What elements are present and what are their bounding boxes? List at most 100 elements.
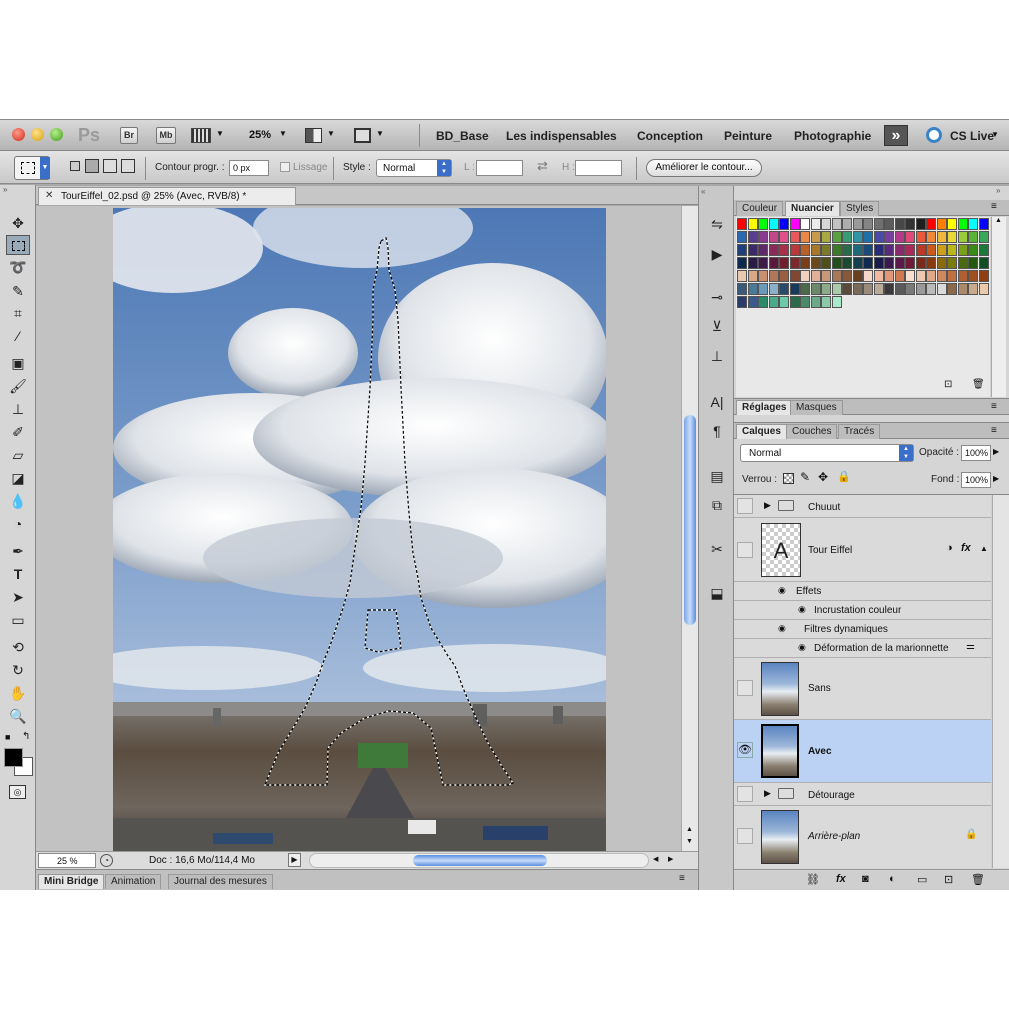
visibility-toggle[interactable] [737, 786, 753, 802]
color-swatch[interactable] [873, 270, 884, 282]
color-swatch[interactable] [779, 244, 789, 256]
opacity-input[interactable]: 100% [961, 445, 991, 461]
layer-row-chuuut[interactable]: ▶ Chuuut [734, 495, 991, 518]
color-swatch[interactable] [779, 296, 789, 308]
color-swatch[interactable] [936, 218, 947, 230]
color-swatch[interactable] [737, 296, 747, 308]
color-swatch[interactable] [842, 231, 852, 243]
trash-icon[interactable]: 🗑 [971, 873, 985, 886]
new-swatch-icon[interactable]: ⊡ [944, 379, 952, 390]
color-swatch[interactable] [978, 283, 989, 295]
layer-row-arriere-plan[interactable]: Arrière-plan 🔒 [734, 806, 991, 868]
color-swatch[interactable] [968, 218, 978, 230]
color-swatch[interactable] [779, 270, 789, 282]
canvas-area[interactable] [36, 206, 681, 851]
width-input[interactable] [476, 160, 523, 176]
clone-source-panel-icon[interactable]: ⊻ [706, 316, 728, 336]
color-swatch[interactable] [758, 283, 768, 295]
color-swatch[interactable] [957, 257, 968, 269]
color-swatch[interactable] [821, 296, 831, 308]
color-swatch[interactable] [915, 283, 926, 295]
color-swatch[interactable] [936, 270, 947, 282]
fx-icon[interactable]: fx [836, 873, 846, 885]
path-selection-tool-icon[interactable]: ➤ [6, 587, 30, 607]
color-swatch[interactable] [852, 231, 863, 243]
color-swatch[interactable] [947, 231, 957, 243]
color-swatch[interactable] [852, 218, 863, 230]
color-swatch[interactable] [936, 283, 947, 295]
color-swatch[interactable] [789, 270, 800, 282]
color-swatch[interactable] [821, 270, 831, 282]
color-swatch[interactable] [747, 244, 758, 256]
default-colors-icon[interactable]: ■ [5, 732, 10, 742]
color-swatch[interactable] [947, 283, 957, 295]
color-swatch[interactable] [758, 218, 768, 230]
color-swatch[interactable] [915, 270, 926, 282]
cs-live-menu[interactable]: CS Live [950, 129, 994, 143]
color-swatch[interactable] [894, 270, 905, 282]
screen-mode-icon[interactable] [354, 128, 371, 143]
color-swatch[interactable] [873, 218, 884, 230]
healing-brush-tool-icon[interactable]: ▣ [6, 353, 30, 373]
document-tab[interactable]: ✕ TourEiffel_02.psd @ 25% (Avec, RVB/8) … [38, 187, 296, 205]
color-swatch[interactable] [915, 231, 926, 243]
color-swatch[interactable] [758, 296, 768, 308]
color-swatch[interactable] [831, 231, 842, 243]
tab-animation[interactable]: Animation [105, 874, 162, 889]
color-swatch[interactable] [947, 270, 957, 282]
color-swatch[interactable] [842, 218, 852, 230]
intersect-selection-icon[interactable] [121, 159, 135, 173]
color-swatch[interactable] [800, 283, 810, 295]
color-swatch[interactable] [768, 218, 779, 230]
color-swatch[interactable] [978, 244, 989, 256]
dropdown-arrow-icon[interactable]: ▶ [993, 474, 999, 483]
color-swatch[interactable] [957, 270, 968, 282]
color-swatch[interactable] [926, 231, 936, 243]
lock-pixels-icon[interactable]: ✎ [800, 470, 810, 484]
color-swatch[interactable] [810, 218, 821, 230]
color-swatch[interactable] [737, 257, 747, 269]
color-swatch[interactable] [800, 257, 810, 269]
shape-tool-icon[interactable]: ▭ [6, 610, 30, 630]
dodge-tool-icon[interactable]: ◔ [6, 514, 30, 534]
workspace-conception[interactable]: Conception [637, 129, 703, 143]
effect-row-incrustation-couleur[interactable]: ◉ Incrustation couleur [734, 601, 991, 620]
color-swatch[interactable] [884, 257, 894, 269]
lock-transparency-icon[interactable] [783, 473, 794, 484]
color-swatch[interactable] [852, 283, 863, 295]
swap-icon[interactable]: ⇄ [537, 158, 548, 174]
color-swatch[interactable] [831, 244, 842, 256]
cs-live-icon[interactable] [926, 127, 942, 143]
visibility-toggle[interactable] [737, 542, 753, 558]
color-swatch[interactable] [810, 244, 821, 256]
color-swatch[interactable] [978, 257, 989, 269]
disclosure-triangle-icon[interactable]: ▶ [764, 788, 771, 799]
color-swatch[interactable] [978, 231, 989, 243]
color-swatch[interactable] [884, 283, 894, 295]
color-swatch[interactable] [747, 231, 758, 243]
color-swatch[interactable] [737, 231, 747, 243]
zoom-level-menu[interactable]: 25% [249, 129, 271, 141]
color-swatch[interactable] [831, 270, 842, 282]
color-swatch[interactable] [884, 270, 894, 282]
hand-tool-icon[interactable]: ✋ [6, 683, 30, 703]
move-tool-icon[interactable]: ✥ [6, 213, 30, 233]
color-swatch[interactable] [968, 244, 978, 256]
color-swatch[interactable] [894, 257, 905, 269]
color-swatch[interactable] [842, 244, 852, 256]
layer-comps-panel-icon[interactable]: ⧉ [706, 495, 728, 515]
photo-canvas[interactable] [113, 208, 606, 851]
color-swatch[interactable] [894, 231, 905, 243]
lock-all-icon[interactable]: 🔒 [837, 470, 851, 483]
panel-menu-icon[interactable]: ≡ [991, 201, 997, 212]
brush-tool-icon[interactable]: 🖌 [6, 376, 30, 396]
dock-collapse-icon[interactable]: « [701, 187, 705, 196]
refine-edge-button[interactable]: Améliorer le contour... [646, 159, 762, 177]
scroll-up-icon[interactable]: ▲ [995, 217, 1002, 224]
color-swatch[interactable] [768, 283, 779, 295]
fx-icon[interactable]: fx [961, 542, 971, 554]
horizontal-scrollbar-thumb[interactable] [413, 855, 547, 866]
color-swatch[interactable] [831, 218, 842, 230]
color-swatch[interactable] [789, 296, 800, 308]
color-swatch[interactable] [768, 296, 779, 308]
